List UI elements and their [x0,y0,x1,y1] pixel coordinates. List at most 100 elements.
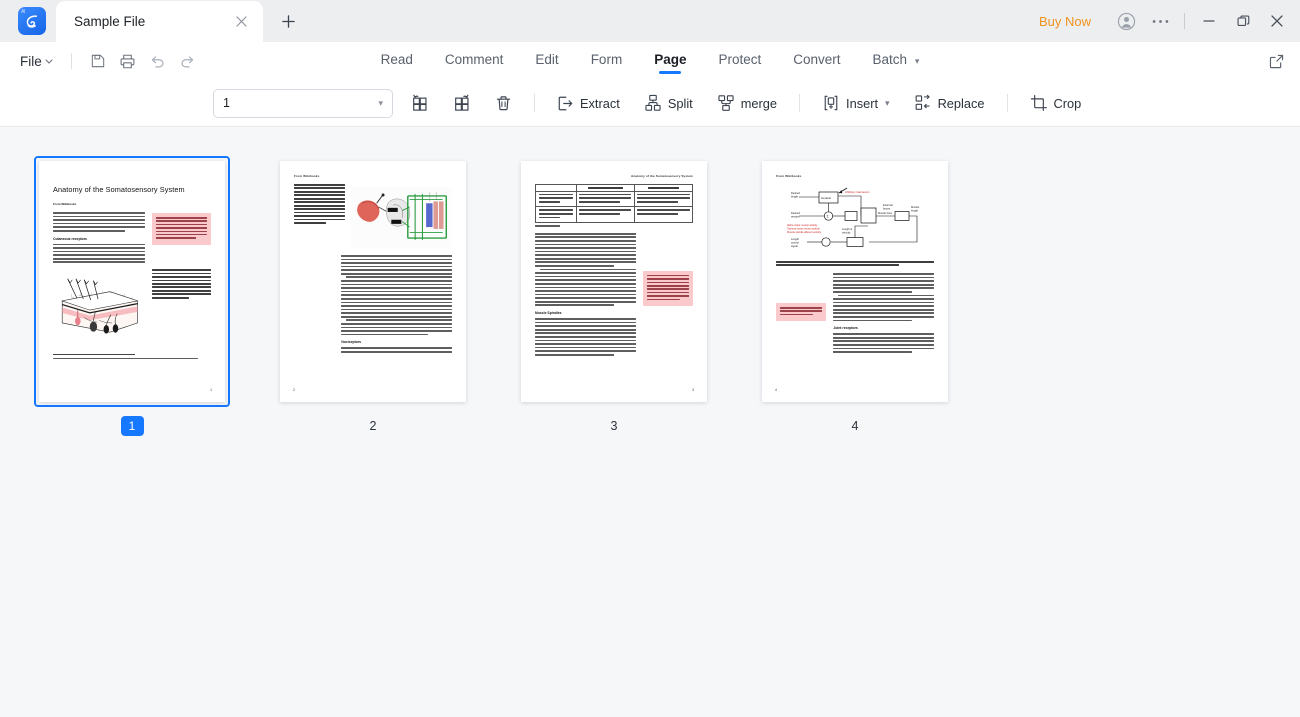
file-menu-label: File [20,53,42,69]
page-thumbnail-frame-1[interactable]: Anatomy of the Somatosensory System From… [34,156,230,407]
page4-header: From Wikibooks [776,174,802,178]
nav-tab-edit[interactable]: Edit [519,49,574,74]
trash-icon [495,95,512,112]
document-tab[interactable]: Sample File [56,1,263,42]
nav-tab-form[interactable]: Form [575,49,639,74]
page-thumbnail-3[interactable]: Anatomy of the Somatosensory System Musc… [516,156,712,436]
nav-tab-protect[interactable]: Protect [702,49,777,74]
page1-section: Cutaneous receptors [53,236,87,241]
crop-label: Crop [1053,95,1082,111]
page-thumbnail-2[interactable]: From Wikibooks Nociceptors 2 2 [275,156,471,436]
svg-text:length: length [911,209,919,213]
page2-section: Nociceptors [341,340,362,345]
page4-feedback-diagram: Central Σ Desired length Desired tension… [776,184,934,258]
nav-tab-batch-label: Batch [872,51,908,67]
page1-title: Anatomy of the Somatosensory System [53,185,185,194]
svg-text:Inhibitory interneuron: Inhibitory interneuron [845,190,870,194]
window-controls: Buy Now [1029,0,1300,42]
table-header-row [535,184,694,192]
app-logo-icon: AI [18,7,46,35]
file-menu-button[interactable]: File [14,50,59,73]
page-number-value: 1 [223,96,230,110]
plus-icon[interactable] [271,4,305,38]
merge-icon [717,94,735,112]
page2-figure-caption [294,184,346,250]
svg-text:length: length [791,195,799,199]
page-thumbnail-1[interactable]: Anatomy of the Somatosensory System From… [34,156,230,436]
toolbar-divider-3 [1006,94,1008,112]
extract-button[interactable]: Extract [548,88,629,118]
nav-tab-convert[interactable]: Convert [777,49,856,74]
page-number-select[interactable]: 1 ▾ [213,88,393,118]
more-options-icon[interactable] [1143,4,1177,38]
svg-text:Desired: Desired [791,211,800,215]
page-label-4[interactable]: 4 [852,416,859,436]
svg-text:Σ: Σ [827,215,829,219]
page-thumbnail-4[interactable]: From Wikibooks Central Σ Desired length … [757,156,953,436]
print-icon[interactable] [114,47,142,75]
app-logo-glyph [18,7,46,35]
table-cell [575,190,635,208]
nav-tab-batch[interactable]: Batch ▾ [857,49,936,74]
page3-section: Muscle Spindles [535,311,562,316]
table-cell [535,206,577,224]
svg-text:signal: signal [791,244,798,248]
maximize-icon[interactable] [1226,4,1260,38]
chevron-down-icon: ▾ [914,55,920,66]
page1-byline: From Wikibooks [53,202,77,206]
merge-button[interactable]: merge [708,88,786,118]
minimize-icon[interactable] [1192,4,1226,38]
extract-icon [557,95,574,112]
chevron-down-icon: ▾ [378,97,383,108]
split-button[interactable]: Split [635,88,702,118]
undo-icon[interactable] [144,47,172,75]
split-icon [644,94,662,112]
svg-text:Central: Central [821,196,831,200]
page-label-3[interactable]: 3 [611,416,618,436]
chevron-down-icon: ▾ [885,97,890,108]
page3-body-text: Muscle Spindles [535,232,636,358]
external-link-icon[interactable] [1262,47,1290,75]
page-toolbar: 1 ▾ Extract Split merge Insert ▾ Replace… [0,80,1300,127]
insert-button[interactable]: Insert ▾ [813,88,899,118]
page-thumbnail-frame-3[interactable]: Anatomy of the Somatosensory System Musc… [516,156,712,407]
svg-text:tension: tension [791,215,800,219]
page-label-1[interactable]: 1 [120,416,144,436]
insert-label: Insert [846,95,879,111]
crop-button[interactable]: Crop [1021,88,1091,118]
save-icon[interactable] [84,47,112,75]
account-avatar-icon[interactable] [1109,4,1143,38]
rotate-left-icon [411,94,429,112]
rotate-left-button[interactable] [402,88,438,118]
close-icon[interactable] [231,12,251,32]
delete-page-button[interactable] [486,88,521,118]
svg-text:Muscle spindle afferent activi: Muscle spindle afferent activity [787,231,822,234]
page3-table [535,184,694,224]
table-row [535,190,694,208]
page3-table-caption [535,225,693,227]
page-thumbnail-grid: Anatomy of the Somatosensory System From… [0,156,1300,436]
nav-tab-read[interactable]: Read [365,49,429,74]
window-close-icon[interactable] [1260,4,1294,38]
replace-icon [914,94,932,112]
page1-note-box [151,213,211,245]
nav-tab-page[interactable]: Page [638,49,702,74]
page-thumbnail-frame-4[interactable]: From Wikibooks Central Σ Desired length … [757,156,953,407]
replace-button[interactable]: Replace [905,88,994,118]
buy-now-button[interactable]: Buy Now [1029,10,1101,33]
redo-icon[interactable] [174,47,202,75]
page-thumbnail-workspace[interactable]: Anatomy of the Somatosensory System From… [0,127,1300,717]
page3-note-box [642,270,693,306]
page3-header: Anatomy of the Somatosensory System [631,174,693,178]
page4-note-box [776,303,827,322]
nav-tab-comment[interactable]: Comment [429,49,520,74]
page-label-2[interactable]: 2 [370,416,377,436]
extract-label: Extract [580,95,620,111]
page-thumbnail-frame-2[interactable]: From Wikibooks Nociceptors 2 [275,156,471,407]
rotate-right-button[interactable] [444,88,480,118]
svg-text:Length: Length [791,237,799,241]
page-preview-1: Anatomy of the Somatosensory System From… [39,161,225,402]
svg-text:Muscle force: Muscle force [878,212,893,215]
page2-muscle-spindle-diagram [351,184,452,250]
page4-printed-number: 4 [775,388,777,392]
